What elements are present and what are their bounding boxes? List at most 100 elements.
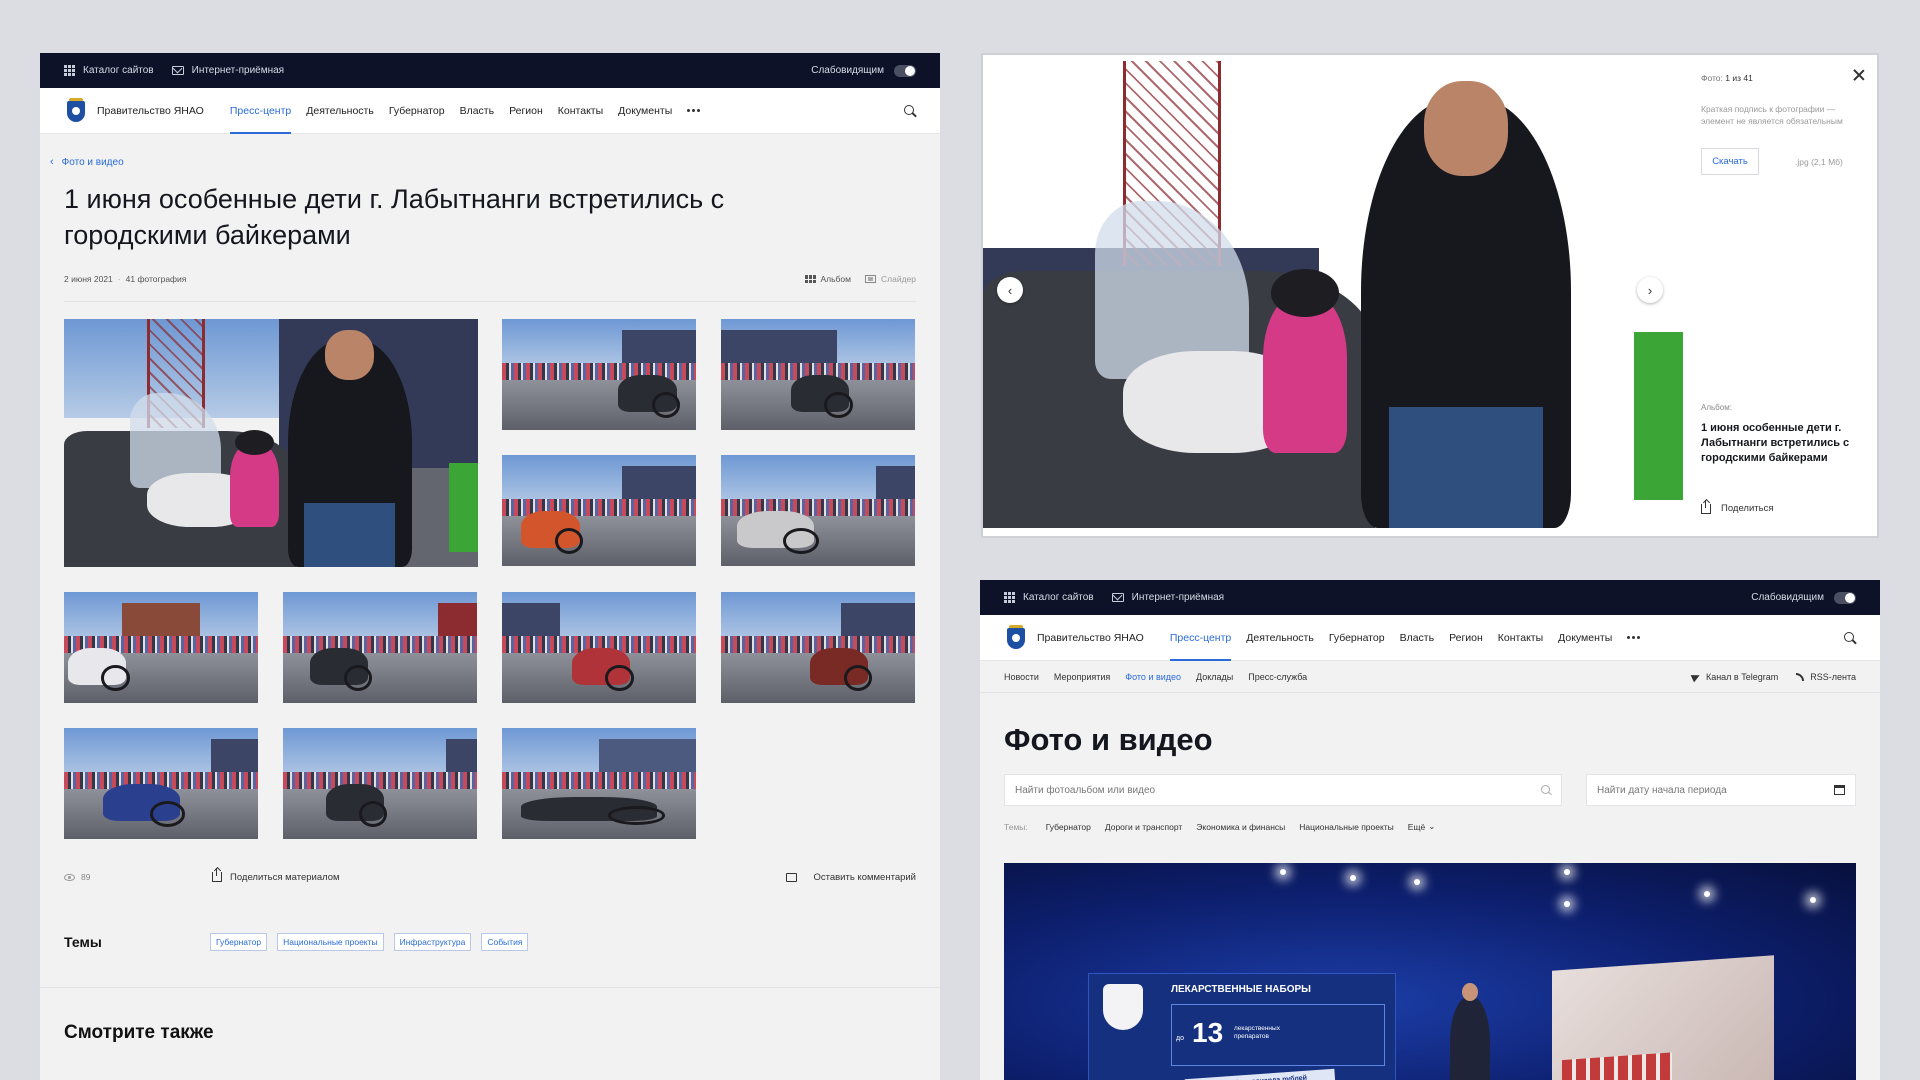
coat-of-arms-icon[interactable]	[1004, 624, 1028, 651]
low-vision-toggle[interactable]	[1834, 591, 1856, 604]
share-icon	[1701, 499, 1711, 514]
themes-more-button[interactable]: Ещё ⌄	[1408, 821, 1436, 832]
view-slider-button[interactable]: Слайдер	[865, 274, 916, 284]
rss-link[interactable]: RSS-лента	[1796, 672, 1856, 682]
album-search-field[interactable]	[1004, 774, 1562, 806]
more-icon[interactable]	[687, 109, 701, 112]
topic-tag[interactable]: Национальные проекты	[277, 933, 384, 951]
mail-icon	[171, 66, 184, 75]
subnav-item-media[interactable]: Фото и видео	[1125, 672, 1181, 682]
topic-tag[interactable]: Губернатор	[210, 933, 268, 951]
album-search-input[interactable]	[1015, 784, 1541, 796]
video-band: более 1 миллиарда рублей	[1184, 1068, 1336, 1080]
topic-tag[interactable]: События	[481, 933, 529, 951]
photo-11[interactable]	[283, 728, 477, 839]
viewer-photo[interactable]	[983, 61, 1683, 528]
views-count: 89	[81, 872, 91, 882]
back-link[interactable]: ‹ Фото и видео	[50, 156, 916, 168]
chevron-left-icon: ‹	[50, 156, 54, 168]
nav-item-contacts[interactable]: Контакты	[558, 88, 603, 134]
rss-label: RSS-лента	[1810, 671, 1856, 682]
calendar-icon[interactable]	[1834, 785, 1845, 795]
gallery-title: Фото и видео	[1004, 722, 1213, 757]
photo-10[interactable]	[64, 728, 258, 839]
share-material-button[interactable]: Поделиться материалом	[212, 868, 340, 883]
back-label: Фото и видео	[61, 156, 124, 168]
date-field[interactable]	[1586, 774, 1856, 806]
nav-item-documents[interactable]: Документы	[1558, 615, 1612, 661]
album-title-link[interactable]: 1 июня особенные дети г. Лабытнанги встр…	[1701, 421, 1861, 466]
photo-9[interactable]	[721, 592, 915, 703]
coat-of-arms-icon[interactable]	[64, 97, 88, 124]
topic-tag[interactable]: Инфраструктура	[393, 933, 472, 951]
nav-item-activity[interactable]: Деятельность	[306, 88, 374, 134]
theme-filter-item[interactable]: Губернатор	[1046, 822, 1091, 832]
photo-caption: Краткая подпись к фотографии — элемент н…	[1701, 104, 1843, 126]
photo-viewer: ‹ › Фото: 1 из 41 Краткая подпись к фото…	[981, 53, 1879, 538]
nav-item-power[interactable]: Власть	[1400, 615, 1435, 661]
nav-item-press[interactable]: Пресс-центр	[1169, 615, 1232, 661]
low-vision-label: Слабовидящим	[1751, 592, 1824, 603]
themes-label: Темы:	[1004, 821, 1028, 832]
comment-button[interactable]: Оставить комментарий	[786, 872, 916, 883]
comment-icon	[786, 872, 798, 882]
themes-more-label: Ещё	[1407, 821, 1426, 832]
search-icon[interactable]	[1541, 785, 1551, 795]
video-preview[interactable]: ЛЕКАРСТВЕННЫЕ НАБОРЫ до 13 лекарственных…	[1004, 863, 1856, 1080]
nav-item-region[interactable]: Регион	[509, 88, 543, 134]
nav-item-governor[interactable]: Губернатор	[1329, 615, 1385, 661]
views-counter: 89	[64, 872, 212, 882]
divider	[64, 301, 916, 302]
nav-item-documents[interactable]: Документы	[618, 88, 672, 134]
search-icon[interactable]	[904, 104, 916, 117]
theme-filter-item[interactable]: Национальные проекты	[1299, 822, 1394, 832]
org-name[interactable]: Правительство ЯНАО	[97, 105, 204, 117]
themes-filter: Темы: Губернатор Дороги и транспорт Экон…	[1004, 821, 1856, 832]
photo-2[interactable]	[502, 319, 696, 430]
album-page: Каталог сайтов Интернет-приёмная Слабови…	[40, 53, 940, 1080]
search-icon[interactable]	[1844, 631, 1856, 644]
telegram-link[interactable]: Канал в Telegram	[1690, 671, 1778, 682]
share-label: Поделиться	[1721, 503, 1774, 514]
presenter	[1450, 983, 1490, 1080]
nav-item-region[interactable]: Регион	[1449, 615, 1483, 661]
close-icon[interactable]	[1853, 69, 1865, 81]
download-button[interactable]: Скачать	[1701, 148, 1759, 175]
org-name[interactable]: Правительство ЯНАО	[1037, 632, 1144, 644]
photo-7[interactable]	[283, 592, 477, 703]
catalog-link[interactable]: Каталог сайтов	[64, 65, 154, 76]
nav-item-power[interactable]: Власть	[460, 88, 495, 134]
subnav-item-news[interactable]: Новости	[1004, 672, 1039, 682]
nav-item-governor[interactable]: Губернатор	[389, 88, 445, 134]
theme-filter-item[interactable]: Экономика и финансы	[1196, 822, 1285, 832]
view-album-label: Альбом	[820, 274, 852, 284]
nav-item-activity[interactable]: Деятельность	[1246, 615, 1314, 661]
photo-8[interactable]	[502, 592, 696, 703]
photo-1[interactable]	[64, 319, 478, 567]
reception-link[interactable]: Интернет-приёмная	[171, 65, 284, 76]
photo-5[interactable]	[721, 455, 915, 566]
subnav-item-press-service[interactable]: Пресс-служба	[1248, 672, 1307, 682]
gallery-page: Каталог сайтов Интернет-приёмная Слабови…	[980, 580, 1880, 1080]
low-vision-toggle[interactable]	[894, 64, 916, 77]
catalog-link[interactable]: Каталог сайтов	[1004, 592, 1094, 603]
subnav-item-reports[interactable]: Доклады	[1196, 672, 1233, 682]
share-button[interactable]: Поделиться	[1701, 499, 1774, 514]
more-icon[interactable]	[1627, 636, 1641, 639]
photo-4[interactable]	[502, 455, 696, 566]
view-album-button[interactable]: Альбом	[804, 274, 852, 284]
prev-photo-button[interactable]: ‹	[997, 277, 1023, 303]
photo-3[interactable]	[721, 319, 915, 430]
reception-link[interactable]: Интернет-приёмная	[1111, 592, 1224, 603]
photo-12[interactable]	[502, 728, 696, 839]
meta-dot: ·	[117, 274, 121, 284]
next-photo-button[interactable]: ›	[1637, 277, 1663, 303]
album-actions: 89 Поделиться материалом Оставить коммен…	[64, 868, 916, 885]
date-input[interactable]	[1597, 784, 1834, 796]
low-vision-label: Слабовидящим	[811, 65, 884, 76]
nav-item-contacts[interactable]: Контакты	[1498, 615, 1543, 661]
nav-item-press[interactable]: Пресс-центр	[229, 88, 292, 134]
subnav-item-events[interactable]: Мероприятия	[1054, 672, 1110, 682]
photo-6[interactable]	[64, 592, 258, 703]
theme-filter-item[interactable]: Дороги и транспорт	[1105, 822, 1182, 832]
